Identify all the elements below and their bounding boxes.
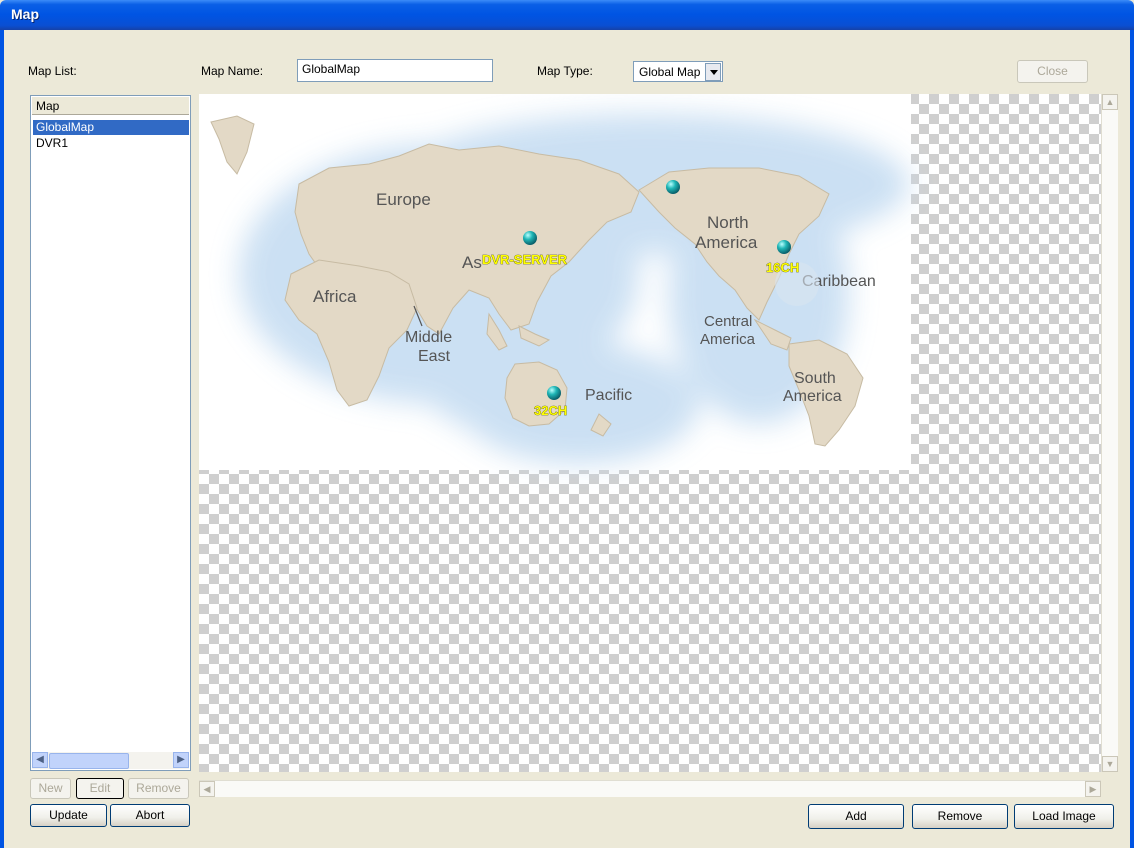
add-button[interactable]: Add <box>808 804 904 829</box>
africa-label: Africa <box>313 287 357 306</box>
scroll-right-icon[interactable]: ▶ <box>1085 781 1101 797</box>
pacific-label: Pacific <box>585 387 632 404</box>
chevron-down-icon[interactable] <box>705 63 721 81</box>
scroll-left-icon[interactable]: ◀ <box>32 752 48 768</box>
load-image-button[interactable]: Load Image <box>1014 804 1114 829</box>
north-america-label-2: America <box>695 233 758 252</box>
scroll-left-icon[interactable]: ◀ <box>199 781 215 797</box>
middle-east-label-2: East <box>418 348 451 365</box>
map-listbox[interactable]: Map GlobalMap DVR1 ◀ ▶ <box>30 95 191 771</box>
marker-pin-icon[interactable] <box>666 180 680 194</box>
marker-alaska[interactable] <box>666 180 680 194</box>
marker-label: 32CH <box>534 403 567 418</box>
south-america-label-2: America <box>783 388 842 405</box>
south-america-label-1: South <box>794 370 836 387</box>
map-name-input[interactable]: GlobalMap <box>297 59 493 82</box>
canvas-horizontal-scrollbar[interactable]: ◀ ▶ <box>199 780 1101 797</box>
central-america-label-2: America <box>700 331 756 348</box>
middle-east-label-1: Middle <box>405 329 452 346</box>
map-type-select[interactable]: Global Map <box>633 61 723 82</box>
scroll-down-icon[interactable]: ▼ <box>1102 756 1118 772</box>
list-horizontal-scrollbar[interactable]: ◀ ▶ <box>32 752 189 769</box>
window-titlebar[interactable]: Map <box>0 0 1134 30</box>
window-frame-left <box>0 30 4 848</box>
list-scroll-thumb[interactable] <box>49 753 129 769</box>
scroll-right-icon[interactable]: ▶ <box>173 752 189 768</box>
marker-label: 16CH <box>766 260 799 275</box>
update-button[interactable]: Update <box>30 804 107 827</box>
marker-pin-icon[interactable] <box>523 231 537 245</box>
window-frame-right <box>1130 30 1134 848</box>
remove-button[interactable]: Remove <box>912 804 1008 829</box>
map-name-label: Map Name: <box>201 64 264 78</box>
list-item[interactable]: DVR1 <box>33 136 189 151</box>
world-map-image: Europe As Africa Middle East North Ameri… <box>199 94 911 470</box>
central-america-label-1: Central <box>704 313 752 330</box>
scroll-up-icon[interactable]: ▲ <box>1102 94 1118 110</box>
list-item[interactable]: GlobalMap <box>33 120 189 135</box>
map-canvas[interactable]: Europe As Africa Middle East North Ameri… <box>199 94 1101 772</box>
asia-label: As <box>462 253 482 272</box>
abort-button[interactable]: Abort <box>110 804 190 827</box>
close-button[interactable]: Close <box>1017 60 1088 83</box>
window-title: Map <box>11 6 39 22</box>
europe-label: Europe <box>376 190 431 209</box>
marker-label: DVR-SERVER <box>482 252 568 267</box>
north-america-label-1: North <box>707 213 749 232</box>
new-button[interactable]: New <box>30 778 71 799</box>
marker-pin-icon[interactable] <box>547 386 561 400</box>
canvas-vertical-scrollbar[interactable]: ▲ ▼ <box>1101 94 1118 772</box>
list-remove-button[interactable]: Remove <box>128 778 189 799</box>
map-list-label: Map List: <box>28 64 77 78</box>
marker-pin-icon[interactable] <box>777 240 791 254</box>
map-type-value: Global Map <box>639 65 701 79</box>
edit-button[interactable]: Edit <box>76 778 124 799</box>
list-column-header[interactable]: Map <box>32 97 189 115</box>
map-type-label: Map Type: <box>537 64 593 78</box>
